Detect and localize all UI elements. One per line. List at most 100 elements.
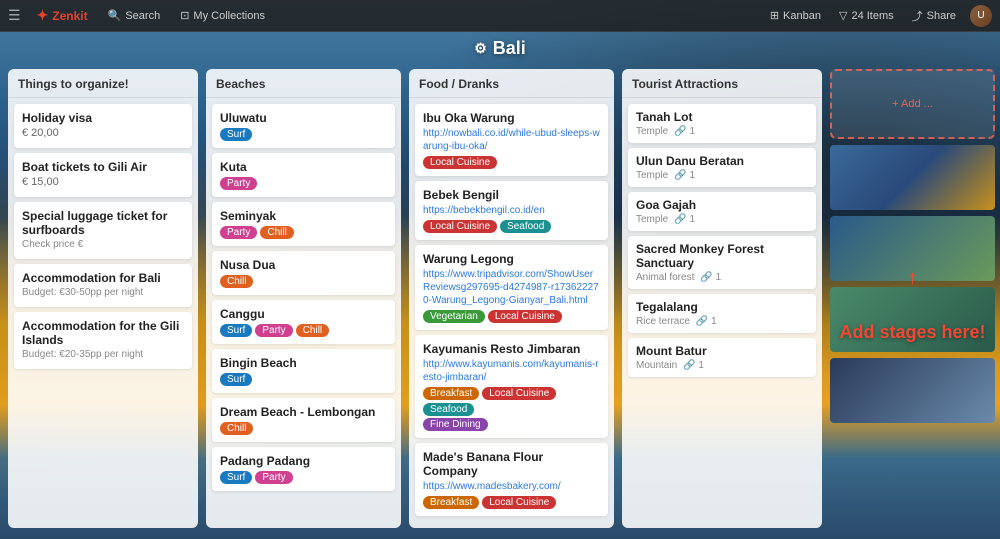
tag-local-cuisine: Local Cuisine xyxy=(423,220,497,233)
list-item[interactable]: Accommodation for the Gili Islands Budge… xyxy=(14,312,192,369)
tag-local-cuisine: Local Cuisine xyxy=(423,156,497,169)
tag-list: Breakfast Local Cuisine xyxy=(423,496,600,509)
search-icon: 🔍 xyxy=(108,9,122,22)
list-item[interactable]: Goa Gajah Temple 🔗 1 xyxy=(628,192,816,231)
tag-list: Local Cuisine xyxy=(423,156,600,169)
column-food: Food / Dranks Ibu Oka Warung http://nowb… xyxy=(409,69,614,528)
tag-list: Breakfast Local Cuisine Seafood xyxy=(423,387,600,416)
list-item[interactable]: Canggu Surf Party Chill xyxy=(212,300,395,344)
tag-chill: Chill xyxy=(260,226,293,239)
tag-party: Party xyxy=(255,471,292,484)
column-things: Things to organize! Holiday visa € 20,00… xyxy=(8,69,198,528)
list-item[interactable]: Seminyak Party Chill xyxy=(212,202,395,246)
tag-fine-dining: Fine Dining xyxy=(423,418,488,431)
list-item[interactable]: Bingin Beach Surf xyxy=(212,349,395,393)
list-item[interactable]: Nusa Dua Chill xyxy=(212,251,395,295)
page-title: ⚙ Bali xyxy=(0,38,1000,59)
navbar: ☰ ✦ Zenkit 🔍 Search ⊡ My Collections ⊞ K… xyxy=(0,0,1000,32)
list-item[interactable]: Kayumanis Resto Jimbaran http://www.kayu… xyxy=(415,335,608,438)
list-item[interactable]: Uluwatu Surf xyxy=(212,104,395,148)
my-collections-button[interactable]: ⊡ My Collections xyxy=(176,7,269,24)
type-label: Animal forest xyxy=(636,272,694,283)
logo[interactable]: ✦ Zenkit xyxy=(33,5,92,26)
photo-thumbnail-4 xyxy=(830,358,995,423)
list-item[interactable]: Kuta Party xyxy=(212,153,395,197)
share-icon: ⤴ xyxy=(912,8,923,24)
link-icon: 🔗 1 xyxy=(674,170,695,181)
link-icon: 🔗 1 xyxy=(674,214,695,225)
settings-icon[interactable]: ⚙ xyxy=(474,40,487,57)
avatar[interactable]: U xyxy=(970,5,992,27)
column-header-beaches: Beaches xyxy=(206,69,401,98)
tag-local-cuisine: Local Cuisine xyxy=(482,496,556,509)
tag-chill: Chill xyxy=(296,324,329,337)
board: Things to organize! Holiday visa € 20,00… xyxy=(0,63,1000,534)
column-header-things: Things to organize! xyxy=(8,69,198,98)
list-item[interactable]: Accommodation for Bali Budget: €30-50pp … xyxy=(14,264,192,307)
filter-icon: ▽ xyxy=(839,9,847,22)
tag-breakfast: Breakfast xyxy=(423,496,479,509)
list-item[interactable]: Special luggage ticket for surfboards Ch… xyxy=(14,202,192,259)
tag-chill: Chill xyxy=(220,422,253,435)
list-item[interactable]: Dream Beach - Lembongan Chill xyxy=(212,398,395,442)
tag-list: Vegetarian Local Cuisine xyxy=(423,310,600,323)
link-icon: 🔗 1 xyxy=(674,126,695,137)
tag-party: Party xyxy=(220,177,257,190)
tag-surf: Surf xyxy=(220,128,252,141)
tag-seafood: Seafood xyxy=(500,220,551,233)
tag-list: Local Cuisine Seafood xyxy=(423,220,600,233)
list-item[interactable]: Tanah Lot Temple 🔗 1 xyxy=(628,104,816,143)
tag-list: Chill xyxy=(220,422,387,435)
column-body-food: Ibu Oka Warung http://nowbali.co.id/whil… xyxy=(409,98,614,528)
list-item[interactable]: Sacred Monkey Forest Sanctuary Animal fo… xyxy=(628,236,816,289)
tag-list: Surf Party xyxy=(220,471,387,484)
tag-surf: Surf xyxy=(220,471,252,484)
tag-chill: Chill xyxy=(220,275,253,288)
tag-breakfast: Breakfast xyxy=(423,387,479,400)
tag-list: Surf xyxy=(220,373,387,386)
collections-icon: ⊡ xyxy=(180,9,189,22)
type-label: Temple xyxy=(636,170,668,181)
list-item[interactable]: Holiday visa € 20,00 xyxy=(14,104,192,148)
tag-party: Party xyxy=(255,324,292,337)
list-item[interactable]: Padang Padang Surf Party xyxy=(212,447,395,491)
link-icon: 🔗 1 xyxy=(700,272,721,283)
filter-button[interactable]: ▽ 24 Items xyxy=(835,7,898,24)
page-title-area: ⚙ Bali xyxy=(0,32,1000,63)
tag-seafood: Seafood xyxy=(423,403,474,416)
photo-thumbnail-1 xyxy=(830,145,995,210)
type-label: Mountain xyxy=(636,360,677,371)
list-item[interactable]: Bebek Bengil https://bebekbengil.co.id/e… xyxy=(415,181,608,240)
list-item[interactable]: Ibu Oka Warung http://nowbali.co.id/whil… xyxy=(415,104,608,176)
search-button[interactable]: 🔍 Search xyxy=(104,7,165,24)
add-card-button[interactable]: + Add ... xyxy=(830,69,995,139)
add-stages-column: + Add ... Add stages here! ↑ xyxy=(830,69,995,528)
share-button[interactable]: ⤴ Share xyxy=(908,6,960,26)
column-body-tourist: Tanah Lot Temple 🔗 1 Ulun Danu Beratan T… xyxy=(622,98,822,528)
tag-list-2: Fine Dining xyxy=(423,418,600,431)
link-icon: 🔗 1 xyxy=(696,316,717,327)
list-item[interactable]: Boat tickets to Gili Air € 15,00 xyxy=(14,153,192,197)
tag-list: Party Chill xyxy=(220,226,387,239)
tag-list: Surf xyxy=(220,128,387,141)
column-body-beaches: Uluwatu Surf Kuta Party Seminyak Party C… xyxy=(206,98,401,528)
list-item[interactable]: Ulun Danu Beratan Temple 🔗 1 xyxy=(628,148,816,187)
link-icon: 🔗 1 xyxy=(683,360,704,371)
tag-list: Chill xyxy=(220,275,387,288)
type-label: Temple xyxy=(636,126,668,137)
add-stages-area: Add stages here! ↑ xyxy=(830,287,995,352)
tag-surf: Surf xyxy=(220,324,252,337)
hamburger-icon[interactable]: ☰ xyxy=(8,7,21,24)
type-label: Temple xyxy=(636,214,668,225)
tag-local-cuisine: Local Cuisine xyxy=(488,310,562,323)
kanban-button[interactable]: ⊞ Kanban xyxy=(766,7,825,24)
navbar-right: ⊞ Kanban ▽ 24 Items ⤴ Share U xyxy=(766,5,992,27)
tag-local-cuisine: Local Cuisine xyxy=(482,387,556,400)
list-item[interactable]: Made's Banana Flour Company https://www.… xyxy=(415,443,608,516)
list-item[interactable]: Mount Batur Mountain 🔗 1 xyxy=(628,338,816,377)
tag-vegetarian: Vegetarian xyxy=(423,310,485,323)
add-stages-label: Add stages here! xyxy=(830,322,995,343)
column-beaches: Beaches Uluwatu Surf Kuta Party Seminyak… xyxy=(206,69,401,528)
list-item[interactable]: Warung Legong https://www.tripadvisor.co… xyxy=(415,245,608,330)
list-item[interactable]: Tegalalang Rice terrace 🔗 1 xyxy=(628,294,816,333)
